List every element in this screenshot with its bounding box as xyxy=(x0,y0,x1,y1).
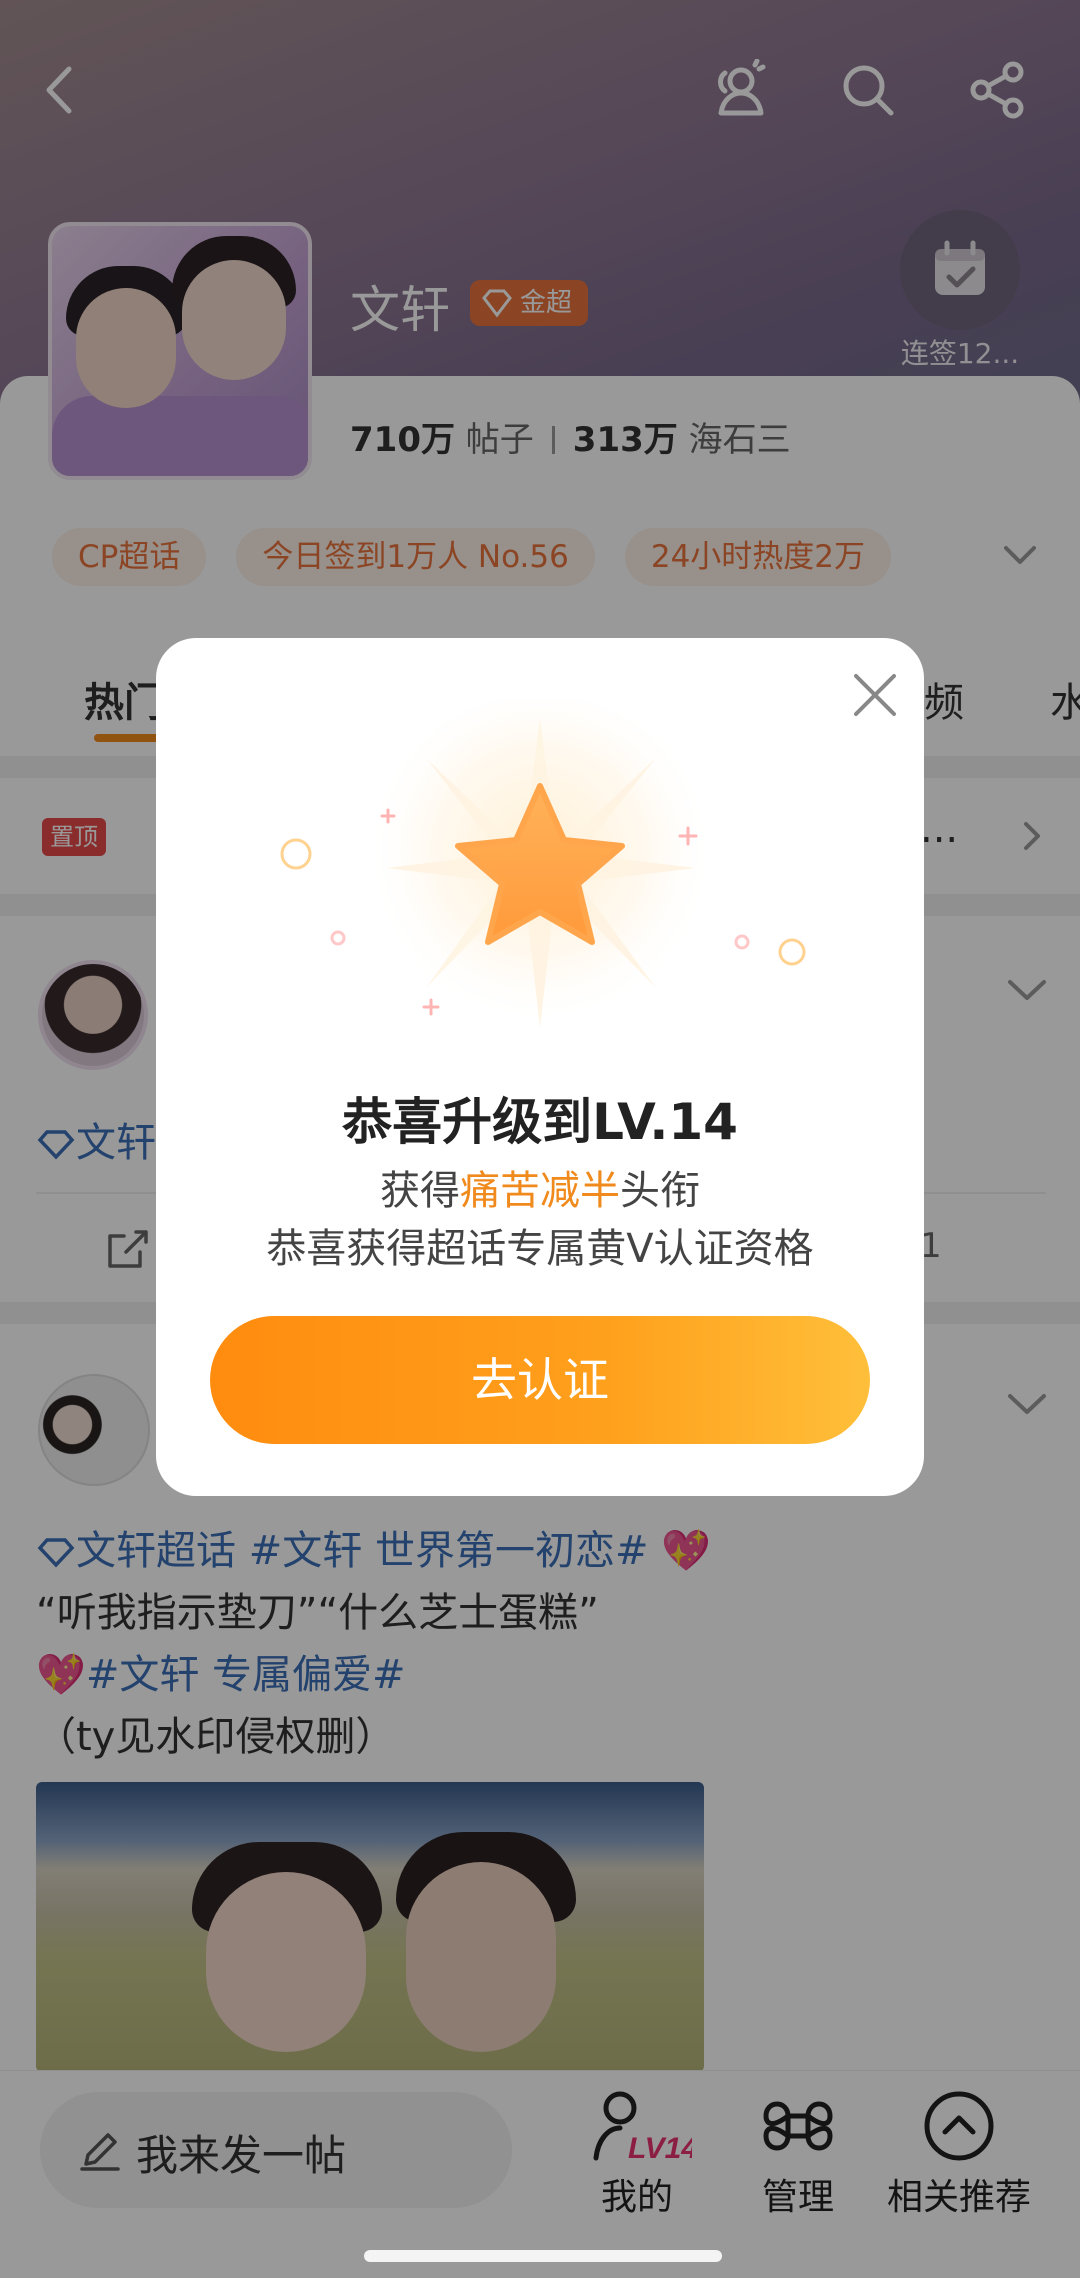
dialog-highlight-title: 痛苦减半 xyxy=(460,1168,620,1214)
level-up-dialog: 恭喜升级到LV.14 获得痛苦减半头衔 恭喜获得超话专属黄V认证资格 去认证 xyxy=(156,638,924,1496)
home-indicator xyxy=(364,2250,722,2262)
star-celebration-icon xyxy=(280,698,806,1043)
verify-button[interactable]: 去认证 xyxy=(210,1316,870,1444)
dialog-line-suffix: 头衔 xyxy=(620,1168,700,1214)
dialog-line-prefix: 获得 xyxy=(380,1168,460,1214)
page: 文轩 金超 连签12... 710万 帖子 313万 海石三 CP超话 今日签到1万… xyxy=(0,0,1080,2278)
dialog-line-title: 获得痛苦减半头衔 xyxy=(156,1158,924,1216)
dialog-title: 恭喜升级到LV.14 xyxy=(342,1093,738,1151)
dialog-line-verification: 恭喜获得超话专属黄V认证资格 xyxy=(266,1226,814,1272)
